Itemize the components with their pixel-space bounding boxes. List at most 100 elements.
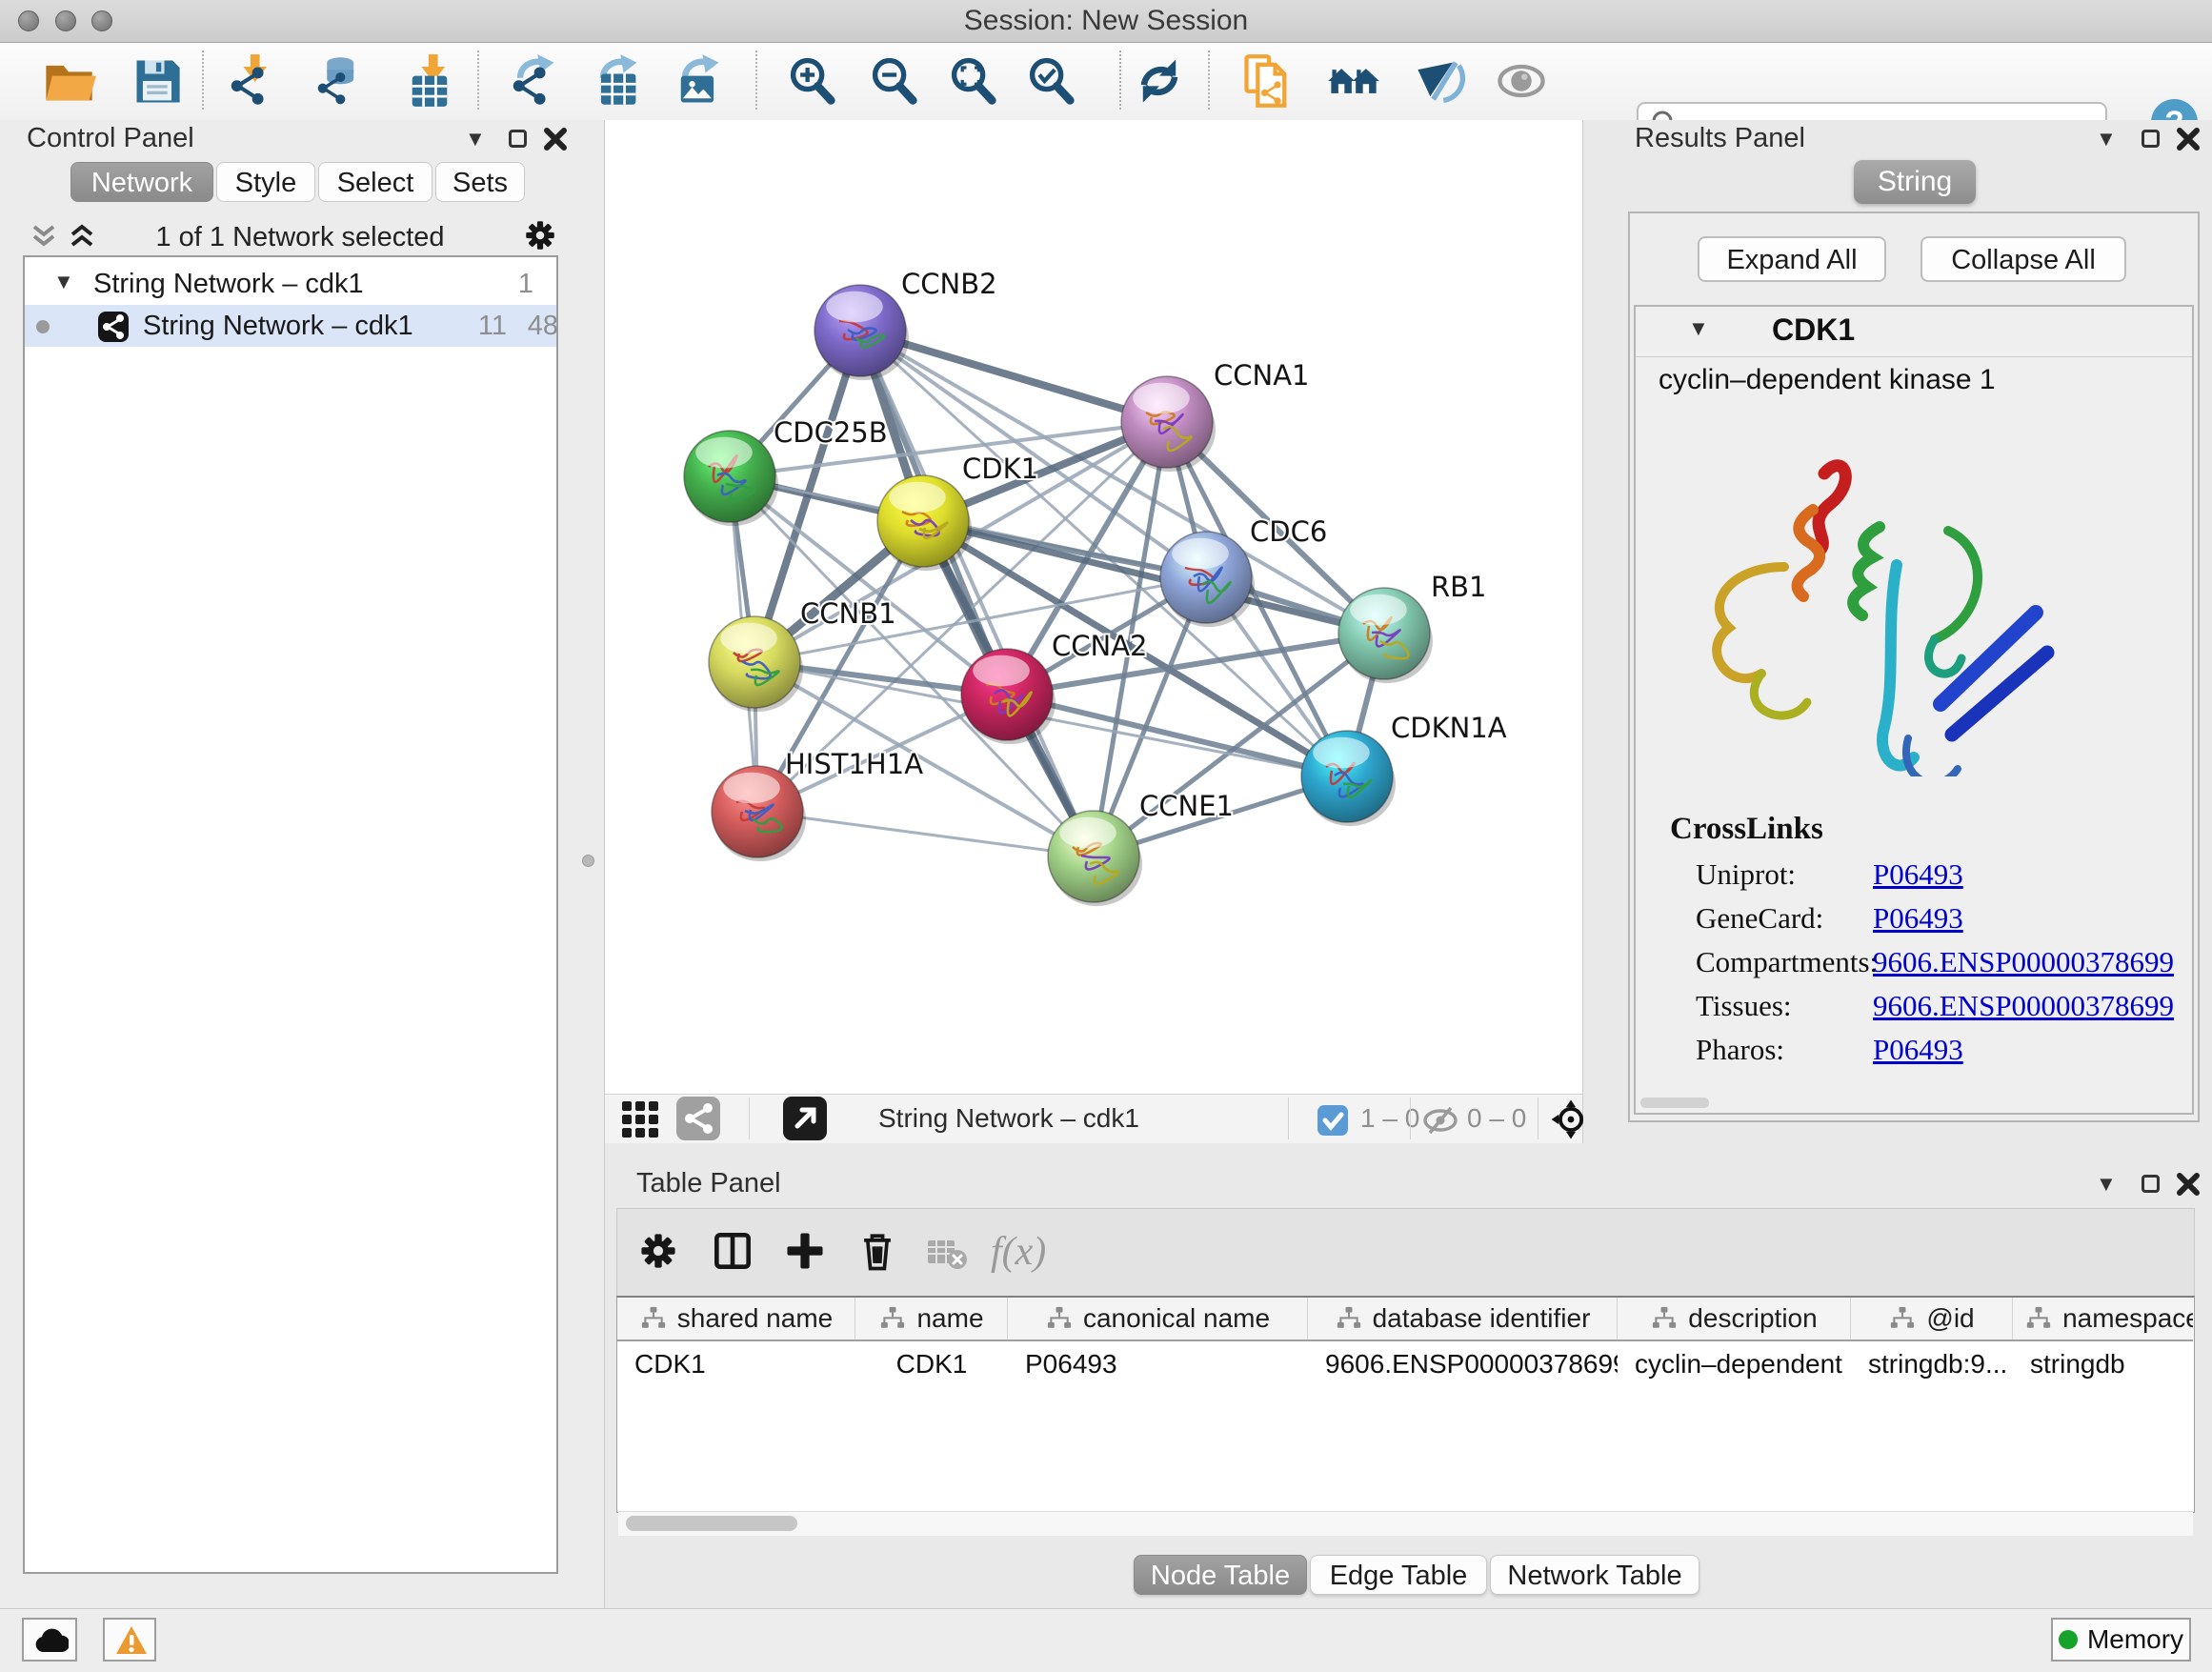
network-edge[interactable] — [757, 812, 1094, 856]
tab-sets[interactable]: Sets — [435, 162, 525, 202]
network-options-gear-icon[interactable] — [520, 215, 560, 255]
column-header-namespace[interactable]: namespace — [2013, 1298, 2193, 1340]
cloud-icon — [34, 1627, 69, 1654]
results-panel-float-icon[interactable] — [2142, 130, 2160, 148]
column-header-canonical-name[interactable]: canonical name — [1008, 1298, 1308, 1340]
control-panel-close-icon[interactable] — [543, 127, 568, 151]
network-node-CCNA1[interactable]: CCNA1 — [1121, 359, 1309, 472]
hide-selected-icon[interactable] — [1412, 53, 1467, 109]
node-label-CDC6: CDC6 — [1250, 515, 1327, 548]
network-node-HIST1H1A[interactable]: HIST1H1A — [712, 748, 923, 861]
expand-all-chevron-icon[interactable] — [63, 219, 101, 253]
tab-network-table[interactable]: Network Table — [1490, 1555, 1699, 1595]
crosslink-row: Compartments:9606.ENSP00000378699 — [1696, 945, 2182, 989]
table-cell[interactable]: stringdb:9... — [1851, 1343, 2013, 1385]
control-panel-float-icon[interactable] — [509, 130, 527, 148]
network-collection-row[interactable]: ▼ String Network – cdk1 1 — [25, 263, 556, 305]
tab-node-table[interactable]: Node Table — [1134, 1555, 1307, 1595]
open-session-icon[interactable] — [41, 53, 96, 109]
crosslink-link[interactable]: 9606.ENSP00000378699 — [1873, 945, 2174, 979]
import-database-icon[interactable] — [310, 53, 365, 109]
zoom-fit-icon[interactable] — [946, 53, 1001, 109]
table-row[interactable]: CDK1CDK1P064939606.ENSP00000378699cyclin… — [617, 1343, 2193, 1385]
node-label-CDC25B: CDC25B — [774, 416, 888, 449]
refresh-icon[interactable] — [1132, 53, 1187, 109]
import-network-icon[interactable] — [224, 53, 279, 109]
column-header-label: shared name — [677, 1303, 833, 1334]
crosslink-link[interactable]: P06493 — [1873, 1033, 1963, 1067]
zoom-selected-icon[interactable] — [1024, 53, 1079, 109]
gene-collapse-icon[interactable]: ▼ — [1688, 314, 1709, 343]
tab-edge-table[interactable]: Edge Table — [1310, 1555, 1487, 1595]
column-header-shared-name[interactable]: shared name — [617, 1298, 855, 1340]
zoom-out-icon[interactable] — [867, 53, 922, 109]
toolbar-group-separator — [1119, 50, 1121, 110]
table-scrollbar-thumb[interactable] — [626, 1516, 797, 1531]
node-label-CCNA2: CCNA2 — [1052, 630, 1147, 662]
control-panel-collapse-icon[interactable]: ▼ — [465, 125, 486, 153]
column-header-database-identifier[interactable]: database identifier — [1308, 1298, 1618, 1340]
collection-count: 1 — [492, 263, 533, 305]
tab-select[interactable]: Select — [318, 162, 432, 202]
gene-section-header[interactable] — [1636, 307, 2192, 357]
network-row-selected[interactable]: String Network – cdk1 11 48 — [25, 305, 556, 347]
tab-style[interactable]: Style — [216, 162, 315, 202]
window-titlebar: Session: New Session — [0, 0, 2212, 43]
add-column-plus-icon[interactable] — [781, 1227, 829, 1275]
sort-hierarchy-icon — [878, 1305, 907, 1332]
cloud-button[interactable] — [22, 1618, 77, 1662]
crosslink-link[interactable]: P06493 — [1873, 857, 1963, 892]
export-table-icon[interactable] — [589, 53, 644, 109]
save-session-icon[interactable] — [130, 53, 185, 109]
table-cell[interactable]: CDK1 — [617, 1343, 855, 1385]
column-header--id[interactable]: @id — [1851, 1298, 2013, 1340]
crosslink-row: GeneCard:P06493 — [1696, 901, 2182, 945]
table-cell[interactable]: P06493 — [1008, 1343, 1308, 1385]
warning-button[interactable] — [103, 1618, 156, 1662]
table-cell[interactable]: CDK1 — [855, 1343, 1008, 1385]
toolbar-group-separator — [1208, 50, 1210, 110]
table-cell[interactable]: stringdb — [2013, 1343, 2193, 1385]
table-scrollbar[interactable] — [618, 1511, 2193, 1536]
left-splitter-handle[interactable] — [582, 855, 594, 867]
zoom-in-icon[interactable] — [785, 53, 840, 109]
show-all-icon[interactable] — [1494, 53, 1549, 109]
delete-column-trash-icon[interactable] — [854, 1227, 901, 1275]
expand-all-button[interactable]: Expand All — [1698, 236, 1886, 282]
table-panel-close-icon[interactable] — [2176, 1172, 2201, 1197]
crosslink-link[interactable]: 9606.ENSP00000378699 — [1873, 989, 2174, 1023]
string-home-icon[interactable] — [1326, 53, 1381, 109]
network-node-CDKN1A[interactable]: CDKN1A — [1301, 712, 1507, 826]
string-network-button[interactable] — [676, 1097, 720, 1140]
network-node-CCNE1[interactable]: CCNE1 — [1048, 790, 1234, 906]
sort-hierarchy-icon — [1888, 1305, 1917, 1332]
table-cell[interactable]: cyclin–dependent ... — [1618, 1343, 1851, 1385]
show-columns-icon[interactable] — [709, 1227, 756, 1275]
results-scrollbar-thumb[interactable] — [1640, 1098, 1709, 1108]
sort-hierarchy-icon — [639, 1305, 668, 1332]
memory-button[interactable]: Memory — [2051, 1618, 2191, 1662]
table-cell[interactable]: 9606.ENSP00000378699 — [1308, 1343, 1618, 1385]
birdseye-grid-icon[interactable] — [620, 1099, 660, 1139]
open-in-new-icon[interactable] — [783, 1097, 827, 1140]
import-string-icon[interactable] — [1239, 53, 1295, 109]
table-panel-float-icon[interactable] — [2142, 1175, 2160, 1193]
table-panel-collapse-icon[interactable]: ▼ — [2096, 1170, 2117, 1199]
column-header-description[interactable]: description — [1618, 1298, 1851, 1340]
collapse-all-button[interactable]: Collapse All — [1920, 236, 2126, 282]
import-table-icon[interactable] — [402, 53, 457, 109]
results-panel-close-icon[interactable] — [2176, 127, 2201, 151]
crosslink-link[interactable]: P06493 — [1873, 901, 1963, 936]
crosslinks-heading: CrossLinks — [1670, 812, 1823, 847]
tab-network[interactable]: Network — [70, 162, 213, 202]
column-header-name[interactable]: name — [855, 1298, 1008, 1340]
results-tab-string[interactable]: String — [1854, 160, 1976, 204]
export-network-icon[interactable] — [506, 53, 561, 109]
table-settings-gear-icon[interactable] — [634, 1227, 682, 1275]
collection-expand-icon[interactable]: ▼ — [53, 268, 74, 296]
selected-checkbox[interactable] — [1317, 1104, 1349, 1137]
results-panel-collapse-icon[interactable]: ▼ — [2096, 125, 2117, 153]
export-image-icon[interactable] — [671, 53, 726, 109]
collapse-all-chevron-icon[interactable] — [25, 219, 63, 253]
network-node-RB1[interactable]: RB1 — [1338, 571, 1487, 683]
